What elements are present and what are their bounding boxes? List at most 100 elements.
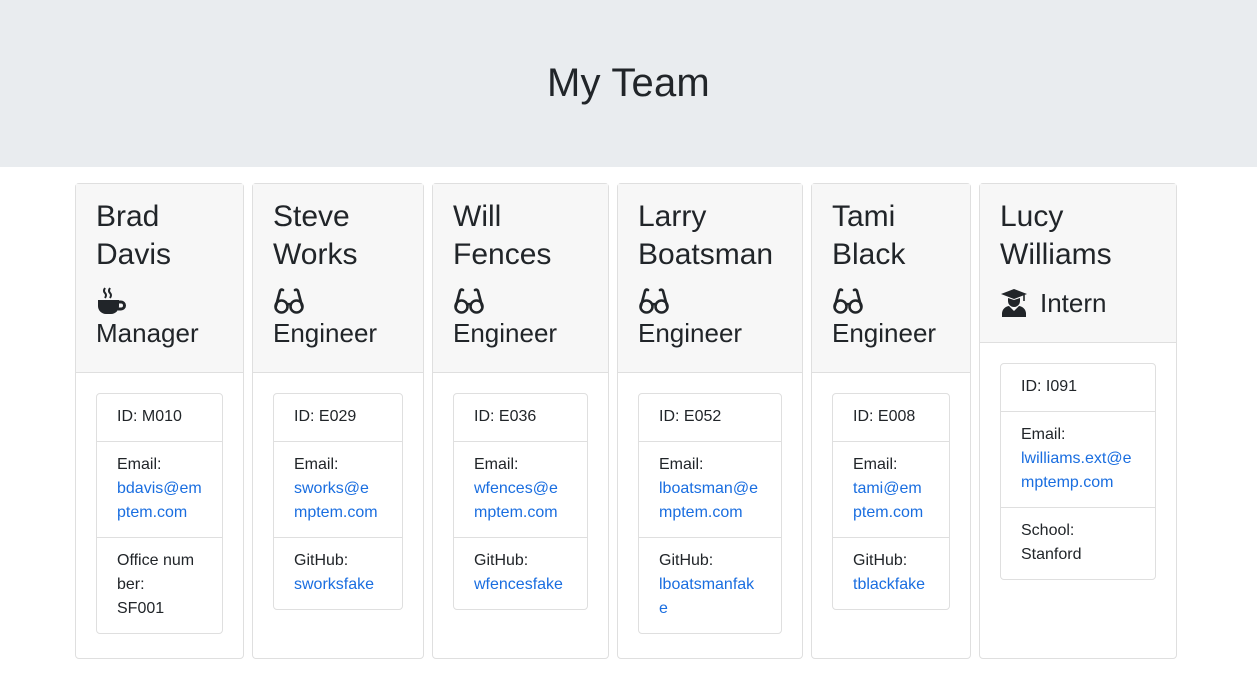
- github-label: GitHub:: [294, 552, 349, 569]
- email-link[interactable]: tami@emptem.com: [853, 480, 923, 521]
- employee-name: Lucy Williams: [1000, 198, 1156, 274]
- email-label: Email:: [117, 456, 162, 473]
- email-label: Email:: [474, 456, 519, 473]
- github-link[interactable]: sworksfake: [294, 576, 374, 593]
- page-title: My Team: [547, 61, 710, 105]
- employee-name: Brad Davis: [96, 198, 223, 274]
- employee-role: Intern: [1000, 286, 1156, 320]
- card-header: Larry Boatsman Engineer: [618, 184, 802, 373]
- employee-role: Engineer: [453, 286, 588, 350]
- glasses-icon: [638, 286, 670, 316]
- employee-card: Brad Davis Manager ID: M010 Email: bdavi…: [75, 183, 244, 659]
- email-link[interactable]: bdavis@emptem.com: [117, 480, 202, 521]
- role-label: Engineer: [832, 318, 937, 348]
- first-name: Will: [453, 200, 502, 233]
- first-name: Tami: [832, 200, 896, 233]
- email-item: Email: sworks@emptem.com: [274, 442, 402, 538]
- card-body: ID: E029 Email: sworks@emptem.com GitHub…: [253, 373, 423, 630]
- card-body: ID: M010 Email: bdavis@emptem.com Office…: [76, 373, 243, 654]
- glasses-icon: [832, 286, 864, 316]
- email-link[interactable]: sworks@emptem.com: [294, 480, 378, 521]
- employee-name: Tami Black: [832, 198, 950, 274]
- graduate-icon: [1000, 288, 1032, 318]
- email-link[interactable]: lboatsman@emptem.com: [659, 480, 758, 521]
- last-name: Works: [273, 238, 358, 271]
- github-item: GitHub: sworksfake: [274, 538, 402, 609]
- info-list: ID: E036 Email: wfences@emptem.com GitHu…: [453, 393, 588, 610]
- last-name: Williams: [1000, 238, 1112, 271]
- info-list: ID: E029 Email: sworks@emptem.com GitHub…: [273, 393, 403, 610]
- card-body: ID: I091 Email: lwilliams.ext@emptemp.co…: [980, 343, 1176, 600]
- first-name: Brad: [96, 200, 160, 233]
- employee-role: Engineer: [638, 286, 782, 350]
- last-name: Black: [832, 238, 906, 271]
- office-number-item: Office number: SF001: [97, 538, 222, 633]
- last-name: Boatsman: [638, 238, 774, 271]
- role-label: Intern: [1040, 288, 1107, 318]
- email-item: Email: wfences@emptem.com: [454, 442, 587, 538]
- first-name: Lucy: [1000, 200, 1064, 233]
- id-item: ID: I091: [1001, 364, 1155, 412]
- employee-card: Tami Black Engineer ID: E008 Email: tami…: [811, 183, 971, 659]
- github-item: GitHub: lboatsmanfake: [639, 538, 781, 633]
- glasses-icon: [453, 286, 485, 316]
- email-item: Email: tami@emptem.com: [833, 442, 949, 538]
- employee-role: Engineer: [273, 286, 403, 350]
- github-label: GitHub:: [474, 552, 529, 569]
- email-item: Email: bdavis@emptem.com: [97, 442, 222, 538]
- info-list: ID: E008 Email: tami@emptem.com GitHub: …: [832, 393, 950, 610]
- info-list: ID: E052 Email: lboatsman@emptem.com Git…: [638, 393, 782, 634]
- github-item: GitHub: tblackfake: [833, 538, 949, 609]
- school-value: Stanford: [1021, 546, 1082, 563]
- id-item: ID: E008: [833, 394, 949, 442]
- last-name: Davis: [96, 238, 172, 271]
- id-item: ID: E052: [639, 394, 781, 442]
- school-item: School: Stanford: [1001, 508, 1155, 579]
- card-header: Will Fences Engineer: [433, 184, 608, 373]
- email-item: Email: lboatsman@emptem.com: [639, 442, 781, 538]
- info-list: ID: M010 Email: bdavis@emptem.com Office…: [96, 393, 223, 634]
- employee-card: Steve Works Engineer ID: E029 Email: swo…: [252, 183, 424, 659]
- card-body: ID: E008 Email: tami@emptem.com GitHub: …: [812, 373, 970, 630]
- card-body: ID: E036 Email: wfences@emptem.com GitHu…: [433, 373, 608, 630]
- github-item: GitHub: wfencesfake: [454, 538, 587, 609]
- employee-card: Larry Boatsman Engineer ID: E052 Email: …: [617, 183, 803, 659]
- info-list: ID: I091 Email: lwilliams.ext@emptemp.co…: [1000, 363, 1156, 580]
- role-label: Manager: [96, 318, 199, 348]
- card-header: Brad Davis Manager: [76, 184, 243, 373]
- github-link[interactable]: tblackfake: [853, 576, 925, 593]
- employee-card: Will Fences Engineer ID: E036 Email: wfe…: [432, 183, 609, 659]
- first-name: Larry: [638, 200, 707, 233]
- card-header: Steve Works Engineer: [253, 184, 423, 373]
- id-item: ID: E029: [274, 394, 402, 442]
- team-card-list: Brad Davis Manager ID: M010 Email: bdavi…: [75, 183, 1177, 659]
- employee-name: Will Fences: [453, 198, 588, 274]
- github-link[interactable]: wfencesfake: [474, 576, 563, 593]
- coffee-icon: [96, 286, 128, 316]
- employee-role: Manager: [96, 286, 223, 350]
- github-link[interactable]: lboatsmanfake: [659, 576, 754, 617]
- email-link[interactable]: lwilliams.ext@emptemp.com: [1021, 450, 1131, 491]
- card-body: ID: E052 Email: lboatsman@emptem.com Git…: [618, 373, 802, 654]
- first-name: Steve: [273, 200, 350, 233]
- email-label: Email:: [853, 456, 898, 473]
- card-header: Tami Black Engineer: [812, 184, 970, 373]
- office-number-value: SF001: [117, 600, 165, 617]
- last-name: Fences: [453, 238, 552, 271]
- page-header: My Team: [0, 0, 1257, 167]
- github-label: GitHub:: [659, 552, 714, 569]
- employee-name: Larry Boatsman: [638, 198, 782, 274]
- email-item: Email: lwilliams.ext@emptemp.com: [1001, 412, 1155, 508]
- id-item: ID: M010: [97, 394, 222, 442]
- employee-role: Engineer: [832, 286, 950, 350]
- email-label: Email:: [294, 456, 339, 473]
- employee-name: Steve Works: [273, 198, 403, 274]
- email-link[interactable]: wfences@emptem.com: [474, 480, 558, 521]
- email-label: Email:: [1021, 426, 1066, 443]
- role-label: Engineer: [453, 318, 558, 348]
- role-label: Engineer: [638, 318, 743, 348]
- employee-card: Lucy Williams Intern ID: I091 Email: lwi…: [979, 183, 1177, 659]
- github-label: GitHub:: [853, 552, 908, 569]
- glasses-icon: [273, 286, 305, 316]
- email-label: Email:: [659, 456, 704, 473]
